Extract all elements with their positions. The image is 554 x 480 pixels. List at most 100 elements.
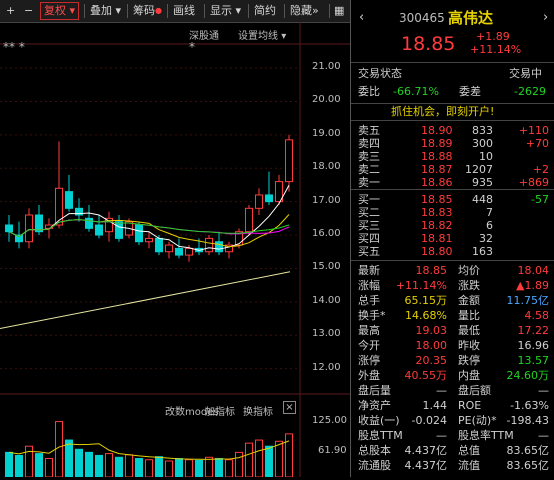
volume-bar [115,456,123,478]
price-block: 18.85 +1.89 +11.14% [351,30,554,58]
stat-label: 总值 [458,444,480,457]
candle-body [265,194,273,203]
chip-distribution-button[interactable]: 筹码● [133,3,162,19]
y-tick-label: 13.00 [312,328,341,340]
divider [351,260,554,261]
add-indicator-button[interactable]: 加指标 [205,403,235,418]
stat-row: 总股本 4.437亿 总值 83.65亿 [351,443,554,458]
weibi-row: 委比 -66.71% 委差 -2629 [351,84,554,99]
draw-line-button[interactable]: 画线 [173,3,195,19]
volume-bar [195,459,203,478]
stat-label: 盘后额 [458,384,491,397]
volume-bar [65,439,73,478]
stat-row: 盘后量 — 盘后额 — [351,383,554,398]
candle-body [15,234,23,243]
hide-button[interactable]: 隐藏» [290,3,319,19]
trade-state-value: 交易中 [509,67,542,80]
volume-bar [15,454,23,478]
stat-label: 跌停 [458,354,480,367]
stat-label: 最新 [358,264,380,277]
prev-stock-icon[interactable]: ‹ [359,8,364,28]
display-dropdown[interactable]: 显示 ▾ [210,3,241,19]
stat-label: 量比 [458,309,480,322]
ask-row-1[interactable]: 卖一 18.86 935 +869 [351,175,554,190]
event-markers[interactable]: ** * [3,40,25,54]
y-tick-label: 21.00 [312,61,341,73]
stat-label: 换手* [358,309,386,322]
volume-bar [35,453,43,478]
candle-body [35,214,43,233]
candle-body [255,194,263,209]
volume-bar [95,454,103,478]
volume-bar [75,448,83,478]
stat-value: — [538,384,549,397]
stat-row: 总手 65.15万 金额 11.75亿 [351,293,554,308]
hide-label: 隐藏 [290,4,312,17]
stat-label: 股息率TTM [458,429,514,442]
volume-bar [215,458,223,478]
stat-label: 最高 [358,324,380,337]
layout-icon[interactable]: ▦ [334,3,344,19]
stat-value: 13.57 [517,354,550,367]
volume-bar [55,421,63,478]
event-marker[interactable]: * [189,40,195,54]
stat-value: 24.60万 [506,369,550,382]
y-tick-label: 20.00 [312,94,341,106]
candle-body [165,244,173,253]
stat-label: 今开 [358,339,380,352]
stat-value: -1.63% [510,399,549,412]
divider [351,62,554,63]
y-tick-label: 15.00 [312,261,341,273]
overlay-dropdown[interactable]: 叠加 ▾ [90,3,121,19]
open-account-banner[interactable]: 抓住机会，即刻开户! [351,103,554,121]
zoom-in-button[interactable]: + [6,3,15,19]
adjust-rights-dropdown[interactable]: 复权 ▾ [40,2,80,20]
candle-body [135,224,143,243]
stat-row: 涨幅 +11.14% 涨跌 ▲1.89 [351,278,554,293]
stat-label: PE(动)* [458,414,497,427]
volume-bar [25,445,33,478]
zoom-out-button[interactable]: − [24,3,33,19]
kline-chart-area[interactable]: ** * * 深股通 设置均线 ▾ 21.00 20.00 19.00 18.00 17… [0,22,350,478]
volume-bar [165,460,173,478]
volume-bar [245,442,253,478]
level-change: +869 [518,176,549,189]
stat-row: 外盘 40.55万 内盘 24.60万 [351,368,554,383]
ma60-line [0,271,291,330]
volume-bar [205,456,213,478]
level-label: 卖一 [358,176,380,189]
weibi-label: 委比 [358,85,380,98]
stat-label: 最低 [458,324,480,337]
stat-value: 18.04 [517,264,550,277]
stock-name: 高伟达 [448,9,494,27]
stat-value: 17.22 [517,324,550,337]
ma-settings-button[interactable]: 设置均线 ▾ [238,27,286,42]
weicha-value: -2629 [514,85,546,98]
close-icon[interactable]: × [283,401,296,414]
overlay-label: 叠加 [90,4,112,17]
divider [351,189,554,190]
stat-row: 净资产 1.44 ROE -1.63% [351,398,554,413]
chevron-down-icon: ▾ [281,31,287,42]
swap-indicator-button[interactable]: 换指标 [243,403,273,418]
stat-value: 4.58 [524,309,550,322]
candle-body [65,191,73,209]
stat-row: 最新 18.85 均价 18.04 [351,263,554,278]
next-stock-icon[interactable]: › [543,8,548,28]
volume-bar [285,433,293,478]
y-tick-label: 14.00 [312,294,341,306]
y-tick-label: 18.00 [312,161,341,173]
volume-bar [105,453,113,478]
stat-row: 流通股 4.437亿 流值 83.65亿 [351,458,554,473]
stat-value: 18.00 [415,339,448,352]
stat-value: 40.55万 [404,369,448,382]
bid-row-5[interactable]: 买五 18.80 163 [351,244,554,259]
trade-state-label: 交易状态 [358,67,402,80]
stat-label: 涨跌 [458,279,480,292]
stat-label: 均价 [458,264,480,277]
stat-row: 涨停 20.35 跌停 13.57 [351,353,554,368]
volume-bar [255,439,263,478]
simple-mode-button[interactable]: 简约 [254,3,276,19]
stat-value: 19.03 [415,324,448,337]
adjust-rights-label: 复权 [44,4,66,17]
